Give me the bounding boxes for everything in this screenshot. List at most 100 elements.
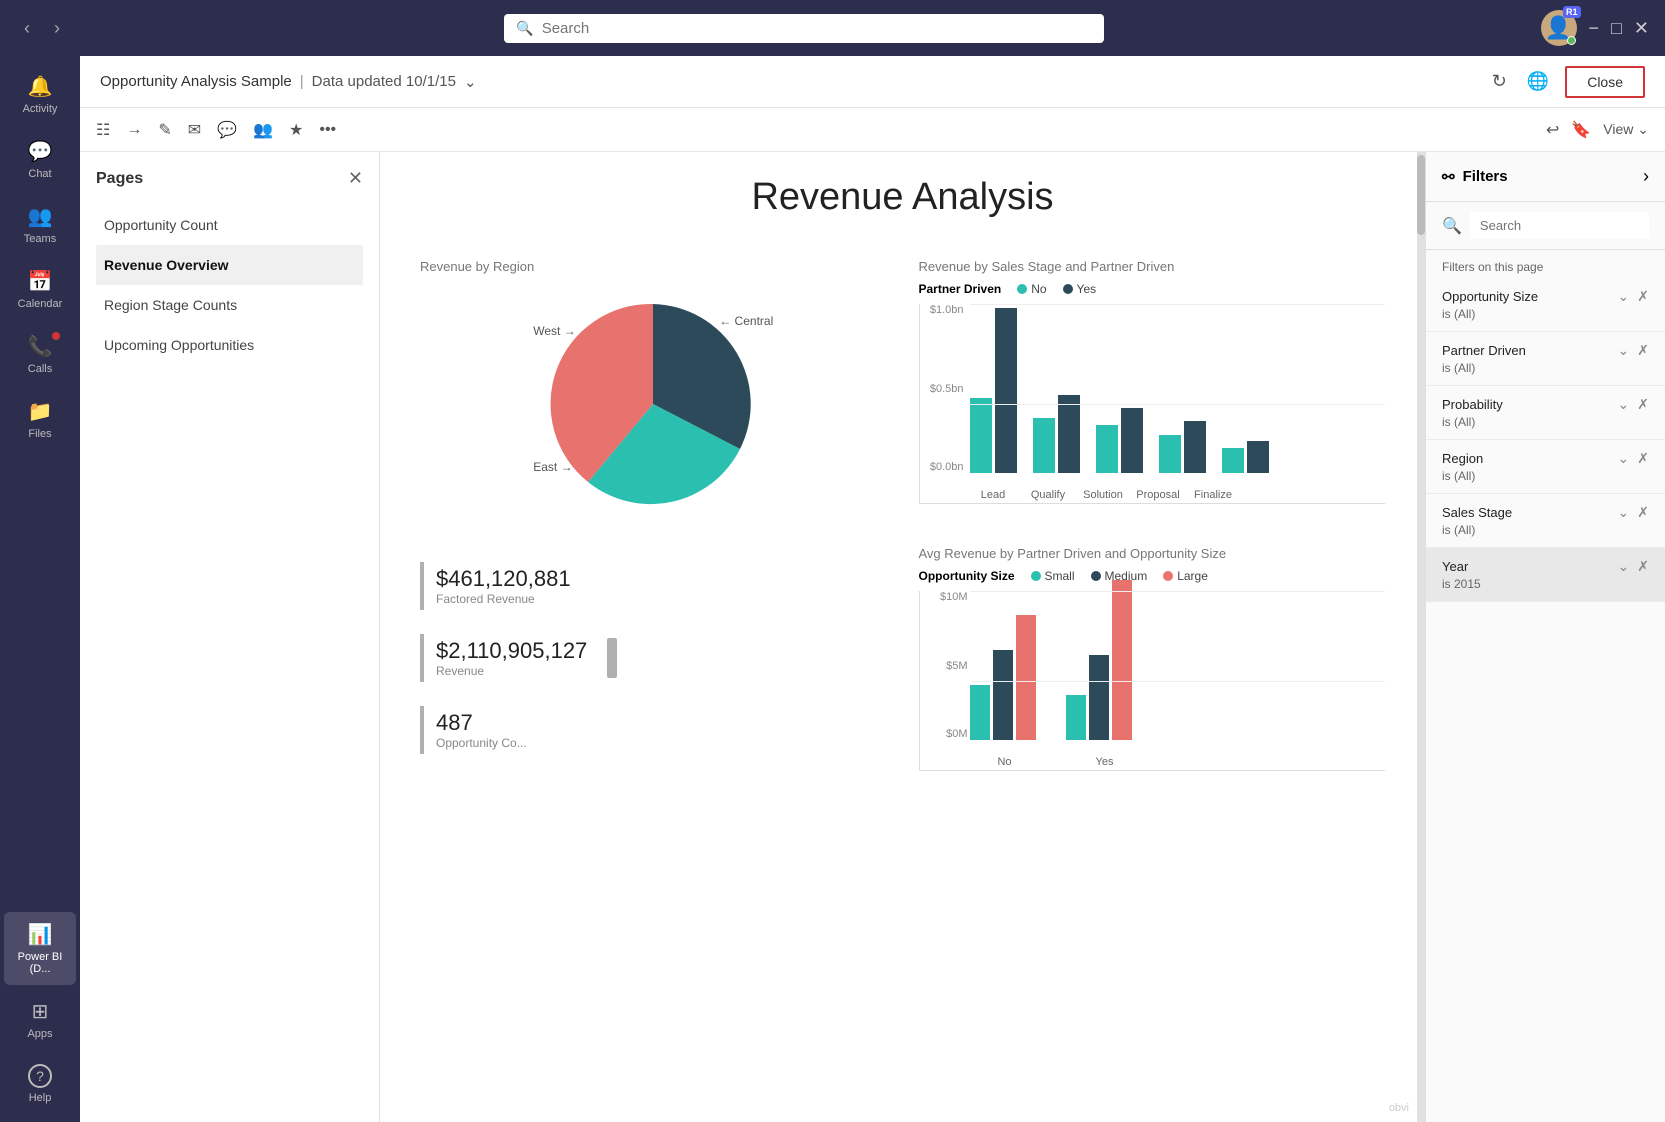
teams-icon: 👥 <box>28 204 53 229</box>
global-search-input[interactable] <box>542 20 1093 37</box>
filter-region-clear[interactable]: ✗ <box>1637 450 1649 467</box>
pages-close-button[interactable]: ✕ <box>348 168 363 189</box>
minimize-button[interactable]: − <box>1589 18 1600 39</box>
avg-bar-yes-large <box>1112 580 1132 740</box>
filter-opp-size-clear[interactable]: ✗ <box>1637 288 1649 305</box>
filter-region-name: Region <box>1442 451 1483 466</box>
sidebar-item-activity[interactable]: 🔔 Activity <box>4 64 76 125</box>
undo-icon[interactable]: ↩ <box>1546 120 1559 140</box>
filter-probability-header: Probability ⌄ ✗ <box>1442 396 1649 413</box>
filters-expand-button[interactable]: › <box>1643 166 1649 187</box>
filter-region-chevron[interactable]: ⌄ <box>1618 450 1630 467</box>
bookmark-icon[interactable]: 🔖 <box>1571 120 1591 140</box>
pie-chart[interactable]: West → East → ← Central <box>543 294 763 514</box>
avg-chart-legend: Opportunity Size Small Medium <box>919 569 1386 583</box>
global-search-box[interactable]: 🔍 <box>504 14 1104 43</box>
email-icon[interactable]: ✉ <box>188 120 201 140</box>
filter-year-clear[interactable]: ✗ <box>1637 558 1649 575</box>
sidebar-item-files[interactable]: 📁 Files <box>4 389 76 450</box>
close-report-button[interactable]: Close <box>1565 66 1645 98</box>
favorite-icon[interactable]: ★ <box>289 120 303 140</box>
avg-y-top: $10M <box>920 591 968 603</box>
partner-driven-label: Partner Driven <box>919 282 1002 296</box>
filter-sales-stage-clear[interactable]: ✗ <box>1637 504 1649 521</box>
filter-opp-size-value: is (All) <box>1442 307 1649 321</box>
filter-sales-stage-actions: ⌄ ✗ <box>1618 504 1649 521</box>
teams-share-icon[interactable]: 👥 <box>253 120 273 140</box>
kpi-revenue-label: Revenue <box>436 664 587 678</box>
maximize-button[interactable]: □ <box>1611 18 1622 39</box>
sidebar-item-calendar[interactable]: 📅 Calendar <box>4 259 76 320</box>
close-window-button[interactable]: ✕ <box>1634 18 1649 39</box>
legend-no: No <box>1017 282 1046 296</box>
kpi-section: $461,120,881 Factored Revenue $2,110,905… <box>404 530 903 787</box>
filter-opp-size-chevron[interactable]: ⌄ <box>1618 288 1630 305</box>
comment-icon[interactable]: 💬 <box>217 120 237 140</box>
activity-icon: 🔔 <box>28 74 53 99</box>
legend-label-no: No <box>1031 282 1046 296</box>
bar-solution-no <box>1096 425 1118 473</box>
page-item-upcoming[interactable]: Upcoming Opportunities <box>96 325 363 365</box>
view-button[interactable]: View ⌄ <box>1603 121 1649 138</box>
avg-grid-line-mid <box>970 681 1386 682</box>
sidebar-item-help[interactable]: ? Help <box>4 1054 76 1114</box>
filter-item-partner-driven[interactable]: Partner Driven ⌄ ✗ is (All) <box>1426 332 1665 386</box>
pages-title: Pages <box>96 170 143 188</box>
filter-search-input[interactable] <box>1470 212 1649 239</box>
window-actions: 👤 R1 − □ ✕ <box>1541 10 1649 46</box>
forward-icon[interactable]: → <box>126 121 142 139</box>
avg-bar-yes-medium <box>1089 655 1109 740</box>
filter-probability-chevron[interactable]: ⌄ <box>1618 396 1630 413</box>
main-content: Pages ✕ Opportunity Count Revenue Overvi… <box>80 152 1665 1122</box>
filter-item-sales-stage[interactable]: Sales Stage ⌄ ✗ is (All) <box>1426 494 1665 548</box>
title-chevron[interactable]: ⌄ <box>464 73 477 91</box>
avg-bar-group-no <box>970 615 1036 740</box>
top-bar: Opportunity Analysis Sample | Data updat… <box>80 56 1665 108</box>
kpi-progress-bar <box>607 638 617 678</box>
sidebar-item-teams[interactable]: 👥 Teams <box>4 194 76 255</box>
page-item-opportunity-count[interactable]: Opportunity Count <box>96 205 363 245</box>
sidebar-item-calls[interactable]: 📞 Calls <box>4 324 76 385</box>
bar-chart-top[interactable]: $1.0bn $0.5bn $0.0bn <box>919 304 1386 504</box>
pie-label-west: West → <box>533 324 575 338</box>
page-item-region-stage[interactable]: Region Stage Counts <box>96 285 363 325</box>
filter-probability-clear[interactable]: ✗ <box>1637 396 1649 413</box>
legend-yes: Yes <box>1063 282 1097 296</box>
filter-item-probability[interactable]: Probability ⌄ ✗ is (All) <box>1426 386 1665 440</box>
toolbar: ☷ → ✎ ✉ 💬 👥 ★ ••• ↩ 🔖 View ⌄ <box>80 108 1665 152</box>
y-label-mid: $0.5bn <box>920 383 964 395</box>
vertical-scrollbar[interactable] <box>1417 152 1425 1122</box>
kpi-factored-label: Factored Revenue <box>436 592 571 606</box>
filter-item-region[interactable]: Region ⌄ ✗ is (All) <box>1426 440 1665 494</box>
bar-group-finalize <box>1222 441 1269 473</box>
bar-group-proposal <box>1159 421 1206 473</box>
kpi-opportunity-count: 487 Opportunity Co... <box>420 706 887 754</box>
filter-year-chevron[interactable]: ⌄ <box>1618 558 1630 575</box>
filter-item-year[interactable]: Year ⌄ ✗ is 2015 <box>1426 548 1665 602</box>
filter-partner-chevron[interactable]: ⌄ <box>1618 342 1630 359</box>
scroll-thumb[interactable] <box>1417 155 1425 235</box>
globe-button[interactable]: 🌐 <box>1523 67 1553 96</box>
avg-bar-no-small <box>970 685 990 740</box>
sidebar-item-apps[interactable]: ⊞ Apps <box>4 989 76 1050</box>
nav-back-button[interactable]: ‹ <box>16 14 38 43</box>
x-label-lead: Lead <box>970 489 1017 501</box>
nav-forward-button[interactable]: › <box>46 14 68 43</box>
filter-sales-stage-chevron[interactable]: ⌄ <box>1618 504 1630 521</box>
filter-region-header: Region ⌄ ✗ <box>1442 450 1649 467</box>
sidebar-item-powerbi[interactable]: 📊 Power BI (D... <box>4 912 76 985</box>
filter-item-opp-size[interactable]: Opportunity Size ⌄ ✗ is (All) <box>1426 278 1665 332</box>
table-icon[interactable]: ☷ <box>96 120 110 140</box>
edit-icon[interactable]: ✎ <box>158 120 171 140</box>
pie-label-east: East → <box>533 460 572 474</box>
filter-search-box[interactable]: 🔍 <box>1426 202 1665 250</box>
charts-grid: Revenue by Region West → <box>404 243 1401 787</box>
legend-dot-small <box>1031 571 1041 581</box>
filter-sales-stage-header: Sales Stage ⌄ ✗ <box>1442 504 1649 521</box>
filter-partner-clear[interactable]: ✗ <box>1637 342 1649 359</box>
more-icon[interactable]: ••• <box>319 121 336 139</box>
page-item-revenue-overview[interactable]: Revenue Overview <box>96 245 363 285</box>
refresh-button[interactable]: ↻ <box>1488 67 1511 96</box>
avg-bar-chart[interactable]: $10M $5M $0M <box>919 591 1386 771</box>
sidebar-item-chat[interactable]: 💬 Chat <box>4 129 76 190</box>
